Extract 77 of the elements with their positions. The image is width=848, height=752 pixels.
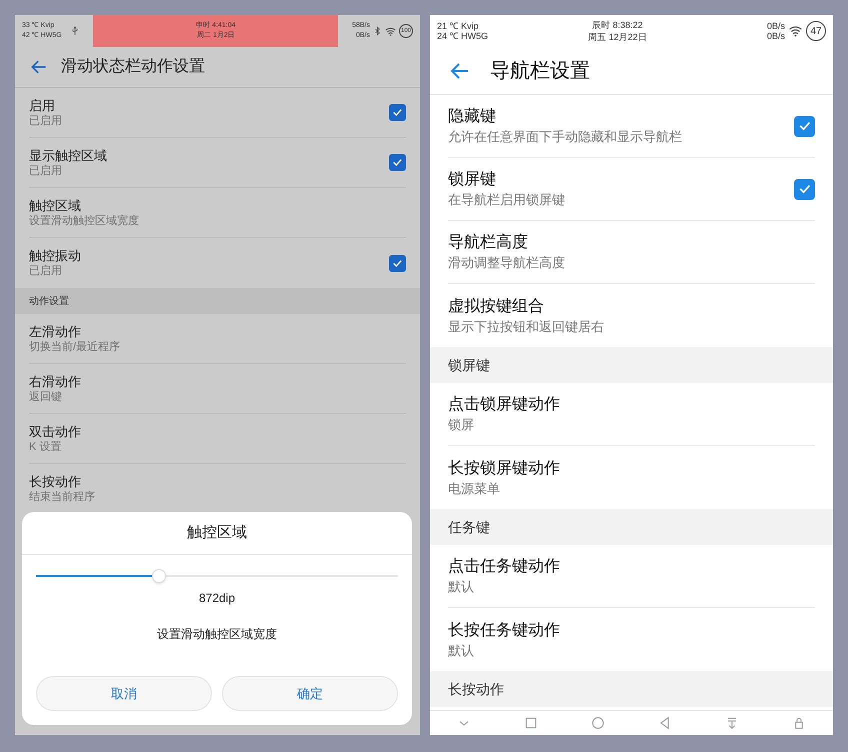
settings-row[interactable]: 触控区域 设置滑动触控区域宽度 (29, 188, 406, 238)
speed-text: 0B/s (766, 21, 785, 31)
row-title: 长按动作 (29, 473, 82, 490)
slider-thumb[interactable] (152, 569, 166, 583)
row-summary: 切换当前/最近程序 (29, 340, 122, 354)
settings-row[interactable]: 长按锁屏键动作 电源菜单 (448, 446, 815, 509)
row-title: 长按任务键动作 (448, 620, 561, 640)
checkbox[interactable] (794, 178, 815, 200)
battery-indicator: 47 (806, 21, 826, 41)
wifi-icon (788, 24, 803, 38)
row-summary: 已启用 (29, 164, 63, 178)
page-title: 导航栏设置 (490, 58, 590, 84)
checkbox[interactable] (389, 104, 406, 121)
row-title: 虚拟按键组合 (448, 296, 545, 316)
row-summary: 显示下拉按钮和返回键居右 (448, 318, 605, 336)
section-header: 锁屏键 (430, 347, 833, 383)
row-title: 长按锁屏键动作 (448, 458, 561, 478)
row-title: 左滑动作 (29, 322, 82, 340)
row-title: 右滑动作 (29, 372, 82, 390)
settings-row[interactable]: 双击动作 K 设置 (29, 414, 406, 464)
section-header: 动作设置 (15, 288, 420, 314)
row-summary: 在导航栏启用锁屏键 (448, 191, 566, 209)
dialog-message: 设置滑动触控区域宽度 (157, 626, 277, 643)
row-summary: 滑动调整导航栏高度 (448, 254, 566, 272)
row-summary: 默认 (448, 578, 475, 596)
row-summary: 已启用 (29, 114, 63, 128)
row-summary: 设置滑动触控区域宽度 (29, 214, 140, 228)
weather-text: 24 ℃ HW5G (437, 31, 488, 41)
row-title: 触控振动 (29, 247, 82, 264)
dialog-button[interactable]: 取消 (36, 676, 212, 711)
settings-row[interactable]: 隐藏键 允许在任意界面下手动隐藏和显示导航栏 (448, 95, 815, 158)
row-title: 导航栏高度 (448, 232, 529, 253)
row-summary: 锁屏 (448, 416, 475, 434)
row-title: 显示触控区域 (29, 146, 108, 164)
row-summary: K 设置 (29, 440, 62, 454)
bluetooth-icon (373, 26, 382, 36)
row-title: 点击任务键动作 (448, 556, 561, 577)
settings-row[interactable]: 长按动作 结束当前程序 (29, 464, 406, 514)
row-title: 双击动作 (29, 422, 82, 440)
row-title: 点击锁屏键动作 (448, 394, 561, 415)
row-title: 锁屏键 (448, 170, 497, 190)
settings-row[interactable]: 启用 已启用 (29, 88, 406, 138)
usb-icon (70, 26, 80, 36)
dialog-button[interactable]: 确定 (222, 676, 398, 711)
settings-row[interactable]: 显示触控区域 已启用 (29, 138, 406, 188)
row-summary: 已启用 (29, 264, 63, 279)
settings-row[interactable]: 锁屏键 在导航栏启用锁屏键 (448, 158, 815, 221)
settings-row[interactable]: 长按任务键动作 默认 (448, 608, 815, 671)
wifi-icon (385, 26, 396, 36)
settings-row[interactable]: 点击任务键动作 默认 (448, 545, 815, 608)
row-summary: 默认 (448, 642, 475, 660)
checkbox[interactable] (794, 116, 815, 136)
clock-text: 周五 12月22日 (588, 31, 647, 43)
settings-row[interactable]: 右滑动作 返回键 (29, 364, 406, 414)
page-title: 滑动状态栏动作设置 (61, 56, 205, 77)
settings-row[interactable]: 导航栏高度 滑动调整导航栏高度 (448, 221, 815, 284)
settings-row[interactable]: 左滑动作 切换当前/最近程序 (29, 314, 406, 364)
checkbox[interactable] (389, 254, 406, 272)
settings-row[interactable]: 点击锁屏键动作 锁屏 (448, 383, 815, 446)
row-title: 触控区域 (29, 196, 82, 214)
speed-text: 0B/s (766, 31, 785, 41)
circle-icon[interactable] (590, 715, 606, 731)
settings-row[interactable]: 虚拟按键组合 显示下拉按钮和返回键居右 (448, 284, 815, 347)
checkbox[interactable] (389, 154, 406, 171)
row-summary: 返回键 (29, 390, 63, 404)
clock-text: 辰时 8:38:22 (592, 19, 643, 31)
row-summary: 结束当前程序 (29, 490, 96, 505)
row-title: 启用 (29, 96, 56, 114)
section-header: 长按动作 (430, 671, 833, 707)
row-title: 隐藏键 (448, 106, 497, 127)
weather-text: 21 ℃ Kvip (437, 21, 480, 31)
section-header: 任务键 (430, 509, 833, 545)
row-summary: 允许在任意界面下手动隐藏和显示导航栏 (448, 128, 683, 146)
slider-value: 872dip (198, 590, 236, 607)
settings-row[interactable]: 触控振动 已启用 (29, 238, 406, 288)
row-summary: 电源菜单 (448, 480, 501, 498)
dialog-title: 触控区域 (22, 512, 412, 555)
